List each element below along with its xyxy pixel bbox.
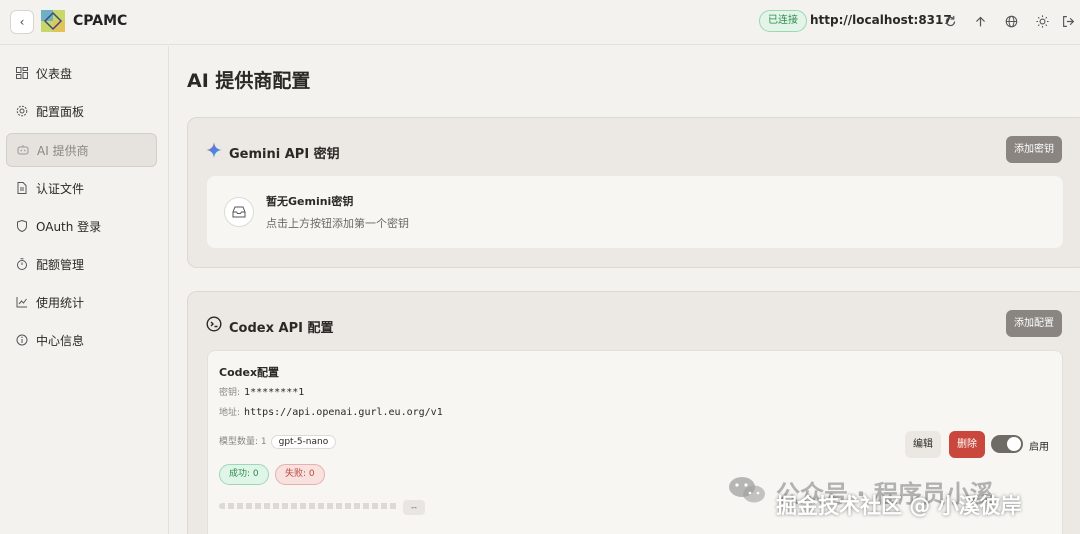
globe-icon[interactable] bbox=[1002, 12, 1020, 30]
server-url: http://localhost:8317 bbox=[810, 13, 952, 27]
key-label: 密钥: bbox=[219, 388, 241, 398]
app-title: CPAMC bbox=[73, 13, 128, 29]
usage-sparkline bbox=[219, 503, 399, 509]
add-key-button[interactable]: 添加密钥 bbox=[1006, 136, 1062, 163]
config-url-row: 地址: https://api.openai.gurl.eu.org/v1 bbox=[219, 405, 443, 418]
config-models-row: 模型数量: 1 gpt-5-nano bbox=[219, 434, 337, 449]
sidebar-item-label: 中心信息 bbox=[36, 333, 85, 348]
watermark-line-2: 掘金技术社区 @ 小溪彼岸 bbox=[776, 494, 1022, 518]
sidebar: 仪表盘 配置面板 AI 提供商 认证文件 OAuth 登录 配额管理 使用统计 … bbox=[0, 46, 169, 534]
chart-icon bbox=[15, 295, 29, 309]
gemini-empty-state: 暂无Gemini密钥 点击上方按钮添加第一个密钥 bbox=[207, 176, 1063, 248]
sidebar-item-label: 使用统计 bbox=[36, 295, 85, 310]
edit-button[interactable]: 编辑 bbox=[905, 431, 941, 458]
gear-icon bbox=[15, 104, 29, 118]
sidebar-item-label: 仪表盘 bbox=[36, 66, 73, 81]
success-count-badge: 成功: 0 bbox=[219, 464, 269, 485]
upload-icon[interactable] bbox=[971, 12, 989, 30]
chevron-left-icon: ‹ bbox=[19, 15, 25, 29]
logout-icon[interactable] bbox=[1059, 12, 1077, 30]
key-value: 1********1 bbox=[244, 387, 305, 398]
models-count: 模型数量: 1 bbox=[219, 437, 267, 447]
sidebar-item-label: 认证文件 bbox=[36, 181, 85, 196]
sidebar-item-label: OAuth 登录 bbox=[36, 219, 102, 234]
model-chip: gpt-5-nano bbox=[270, 435, 337, 449]
gemini-card: Gemini API 密钥 添加密钥 暂无Gemini密钥 点击上方按钮添加第一… bbox=[187, 117, 1080, 268]
gemini-card-title: Gemini API 密钥 bbox=[229, 147, 340, 162]
bot-icon bbox=[16, 143, 30, 157]
empty-title: 暂无Gemini密钥 bbox=[266, 195, 354, 208]
refresh-icon[interactable] bbox=[941, 12, 959, 30]
sidebar-item-label: 配额管理 bbox=[36, 257, 85, 272]
enable-toggle[interactable] bbox=[991, 435, 1023, 453]
page-title: AI 提供商配置 bbox=[187, 70, 311, 92]
sidebar-item-quota[interactable]: 配额管理 bbox=[6, 247, 157, 281]
config-key-row: 密钥: 1********1 bbox=[219, 385, 304, 398]
file-icon bbox=[15, 181, 29, 195]
shield-icon bbox=[15, 219, 29, 233]
sidebar-item-label: AI 提供商 bbox=[37, 143, 89, 158]
sidebar-item-ai-providers[interactable]: AI 提供商 bbox=[6, 133, 157, 167]
app-logo bbox=[41, 10, 65, 32]
sidebar-item-usage-stats[interactable]: 使用统计 bbox=[6, 285, 157, 319]
codex-card-title: Codex API 配置 bbox=[229, 321, 334, 336]
info-icon bbox=[15, 333, 29, 347]
sun-icon[interactable] bbox=[1033, 12, 1051, 30]
add-config-button[interactable]: 添加配置 bbox=[1006, 310, 1062, 337]
empty-description: 点击上方按钮添加第一个密钥 bbox=[266, 217, 409, 230]
dash-value: -- bbox=[403, 500, 425, 515]
timer-icon bbox=[15, 257, 29, 271]
url-label: 地址: bbox=[219, 408, 241, 418]
toggle-knob bbox=[1007, 437, 1021, 451]
dashboard-icon bbox=[15, 66, 29, 80]
connection-status-badge: 已连接 bbox=[759, 10, 807, 32]
sidebar-item-oauth-login[interactable]: OAuth 登录 bbox=[6, 209, 157, 243]
config-name: Codex配置 bbox=[219, 366, 280, 379]
url-value: https://api.openai.gurl.eu.org/v1 bbox=[244, 407, 443, 418]
inbox-icon bbox=[224, 197, 254, 227]
delete-button[interactable]: 删除 bbox=[949, 431, 985, 458]
failure-count-badge: 失败: 0 bbox=[275, 464, 325, 485]
sidebar-item-dashboard[interactable]: 仪表盘 bbox=[6, 56, 157, 90]
sidebar-item-center-info[interactable]: 中心信息 bbox=[6, 323, 157, 357]
sidebar-item-auth-files[interactable]: 认证文件 bbox=[6, 171, 157, 205]
top-header: ‹ CPAMC 已连接 http://localhost:8317 bbox=[0, 0, 1080, 45]
terminal-icon bbox=[206, 316, 222, 332]
back-button[interactable]: ‹ bbox=[10, 10, 34, 34]
sidebar-item-label: 配置面板 bbox=[36, 104, 85, 119]
gemini-sparkle-icon bbox=[206, 142, 222, 158]
sidebar-item-config-panel[interactable]: 配置面板 bbox=[6, 94, 157, 128]
enable-label: 启用 bbox=[1029, 442, 1049, 453]
wechat-icon bbox=[729, 477, 765, 503]
